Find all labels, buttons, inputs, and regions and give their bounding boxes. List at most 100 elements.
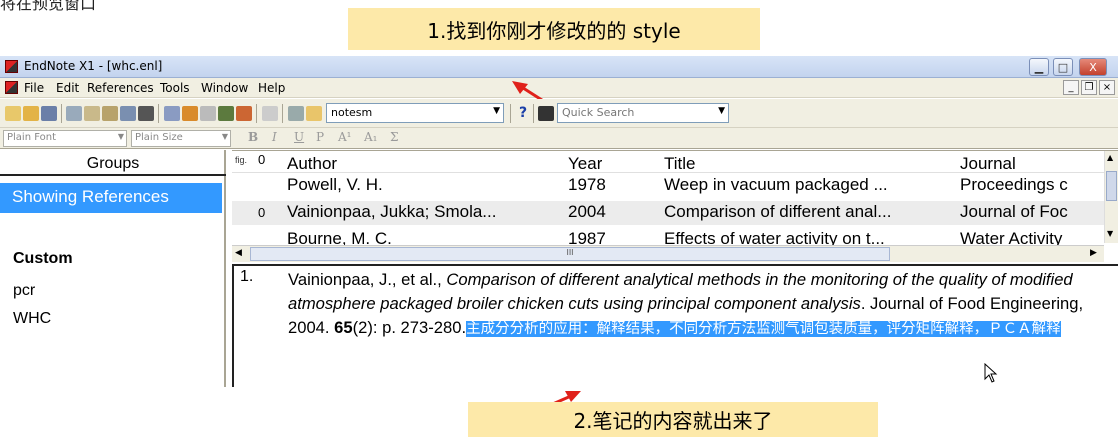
scroll-up-icon[interactable]: ▲ [1107,153,1113,162]
attachment-icon[interactable] [200,106,216,121]
minimize-button[interactable]: ▁ [1029,58,1049,76]
output-style-select[interactable]: notesm ▼ [326,103,504,123]
open-library-icon[interactable] [23,106,39,121]
horizontal-scrollbar[interactable]: ◀ III ▶ [232,245,1104,262]
bold-button[interactable]: B [248,130,258,144]
reference-row[interactable]: Bourne, M. C. 1987 Effects of water acti… [232,228,1104,245]
scroll-down-icon[interactable]: ▼ [1107,229,1113,238]
column-figure[interactable]: fig. [235,155,247,165]
output-style-value: notesm [331,106,373,119]
citation-issue-pages: (2): p. 273-280. [352,318,467,337]
top-annotation-caption: 1.找到你刚才修改的的 style [348,8,760,50]
new-reference-icon[interactable] [5,106,21,121]
row-journal: Water Activity [960,229,1063,245]
menu-references[interactable]: References [87,81,154,95]
figure-icon[interactable] [288,106,304,121]
custom-groups-heading: Custom [13,250,73,267]
insert-citation-icon[interactable] [236,106,252,121]
mouse-cursor-icon [984,363,998,383]
maximize-button[interactable]: □ [1053,58,1073,76]
vertical-scrollbar[interactable]: ▲ ▼ [1104,151,1118,243]
underline-button[interactable]: U [294,130,304,144]
scroll-right-icon[interactable]: ▶ [1090,248,1097,258]
mdi-close-button[interactable]: × [1099,80,1115,95]
copy-icon[interactable] [84,106,100,121]
row-year: 1978 [568,175,606,194]
menu-help[interactable]: Help [258,81,285,95]
window-title: EndNote X1 - [whc.enl] [24,59,163,73]
column-title[interactable]: Title [664,154,696,174]
toolbar-separator [158,104,159,123]
font-select[interactable]: Plain Font ▼ [3,130,127,147]
toolbar-separator [61,104,62,123]
reference-list-header: fig. 0 Author Year Title Journal [232,151,1104,173]
menu-edit[interactable]: Edit [56,81,79,95]
online-search-icon[interactable] [182,106,198,121]
format-toolbar: Plain Font ▼ Plain Size ▼ B I U P A¹ A₁ Σ [0,128,1118,149]
row-journal: Journal of Foc [960,202,1068,221]
column-year[interactable]: Year [568,154,602,174]
mdi-minimize-button[interactable]: _ [1063,80,1079,95]
horizontal-scroll-thumb[interactable]: III [250,247,890,261]
copy-formatted-icon[interactable] [138,106,154,121]
menu-file[interactable]: File [24,81,44,95]
vertical-scroll-thumb[interactable] [1106,171,1117,201]
superscript-button[interactable]: A¹ [338,130,351,144]
menu-window[interactable]: Window [201,81,248,95]
groups-panel: Groups Showing References Custom pcr WHC [0,150,226,387]
chevron-down-icon[interactable]: ▼ [718,106,725,116]
size-value: Plain Size [135,132,183,143]
preview-pane-icon[interactable] [306,106,322,121]
column-journal[interactable]: Journal [960,154,1016,174]
toolbar-separator [282,104,283,123]
reference-row[interactable]: Powell, V. H. 1978 Weep in vacuum packag… [232,174,1104,198]
row-journal: Proceedings c [960,175,1068,194]
close-button[interactable]: X [1079,58,1107,76]
group-item-whc[interactable]: WHC [13,310,51,328]
toolbar-separator [533,104,534,123]
print-icon[interactable] [41,106,57,121]
row-title: Effects of water activity on t... [664,229,885,245]
sort-icon[interactable] [120,106,136,121]
groups-header: Groups [0,155,226,176]
page-top-text: 将在预览窗口 [0,0,97,13]
menu-tools[interactable]: Tools [160,81,190,95]
find-full-text-icon[interactable] [218,106,234,121]
citation-authors: Vainionpaa, J., et al., [288,270,447,289]
toolbar-separator [510,104,511,123]
column-attachment[interactable]: 0 [258,152,265,167]
font-value: Plain Font [7,132,57,143]
plain-button[interactable]: P [316,130,324,144]
column-author[interactable]: Author [287,154,337,174]
preview-reference-number: 1. [240,268,254,285]
endnote-app-icon [5,60,18,73]
paste-icon[interactable] [102,106,118,121]
italic-button[interactable]: I [272,130,277,144]
chevron-down-icon[interactable]: ▼ [493,106,500,116]
window-titlebar[interactable]: EndNote X1 - [whc.enl] ▁ □ X [0,56,1118,78]
group-item-pcr[interactable]: pcr [13,282,35,300]
scroll-left-icon[interactable]: ◀ [235,248,242,258]
reference-row[interactable]: 0 Vainionpaa, Jukka; Smola... 2004 Compa… [232,201,1104,225]
show-selected-icon[interactable] [164,106,180,121]
toolbar-separator [256,104,257,123]
help-icon[interactable]: ? [519,105,527,121]
research-note-highlight: 主成分分析的应用：解释结果，不同分析方法监测气调包装质量，评分矩阵解释，ＰＣＡ解… [466,321,1061,337]
spell-check-icon[interactable] [262,106,278,121]
size-select[interactable]: Plain Size ▼ [131,130,231,147]
symbol-button[interactable]: Σ [390,130,398,144]
binoculars-icon[interactable] [538,106,554,121]
row-author: Bourne, M. C. [287,229,392,245]
main-toolbar: notesm ▼ ? Quick Search ▼ [0,99,1118,128]
row-title: Weep in vacuum packaged ... [664,175,888,194]
cut-icon[interactable] [66,106,82,121]
subscript-button[interactable]: A₁ [364,130,377,144]
row-year: 1987 [568,229,606,245]
showing-references-group[interactable]: Showing References [0,183,222,213]
citation-volume: 65 [334,318,353,337]
document-icon[interactable] [5,81,18,94]
row-author: Vainionpaa, Jukka; Smola... [287,202,497,221]
quick-search-input[interactable]: Quick Search ▼ [557,103,729,123]
formatted-citation[interactable]: Vainionpaa, J., et al., Comparison of di… [288,268,1118,341]
mdi-restore-button[interactable]: ❐ [1081,80,1097,95]
